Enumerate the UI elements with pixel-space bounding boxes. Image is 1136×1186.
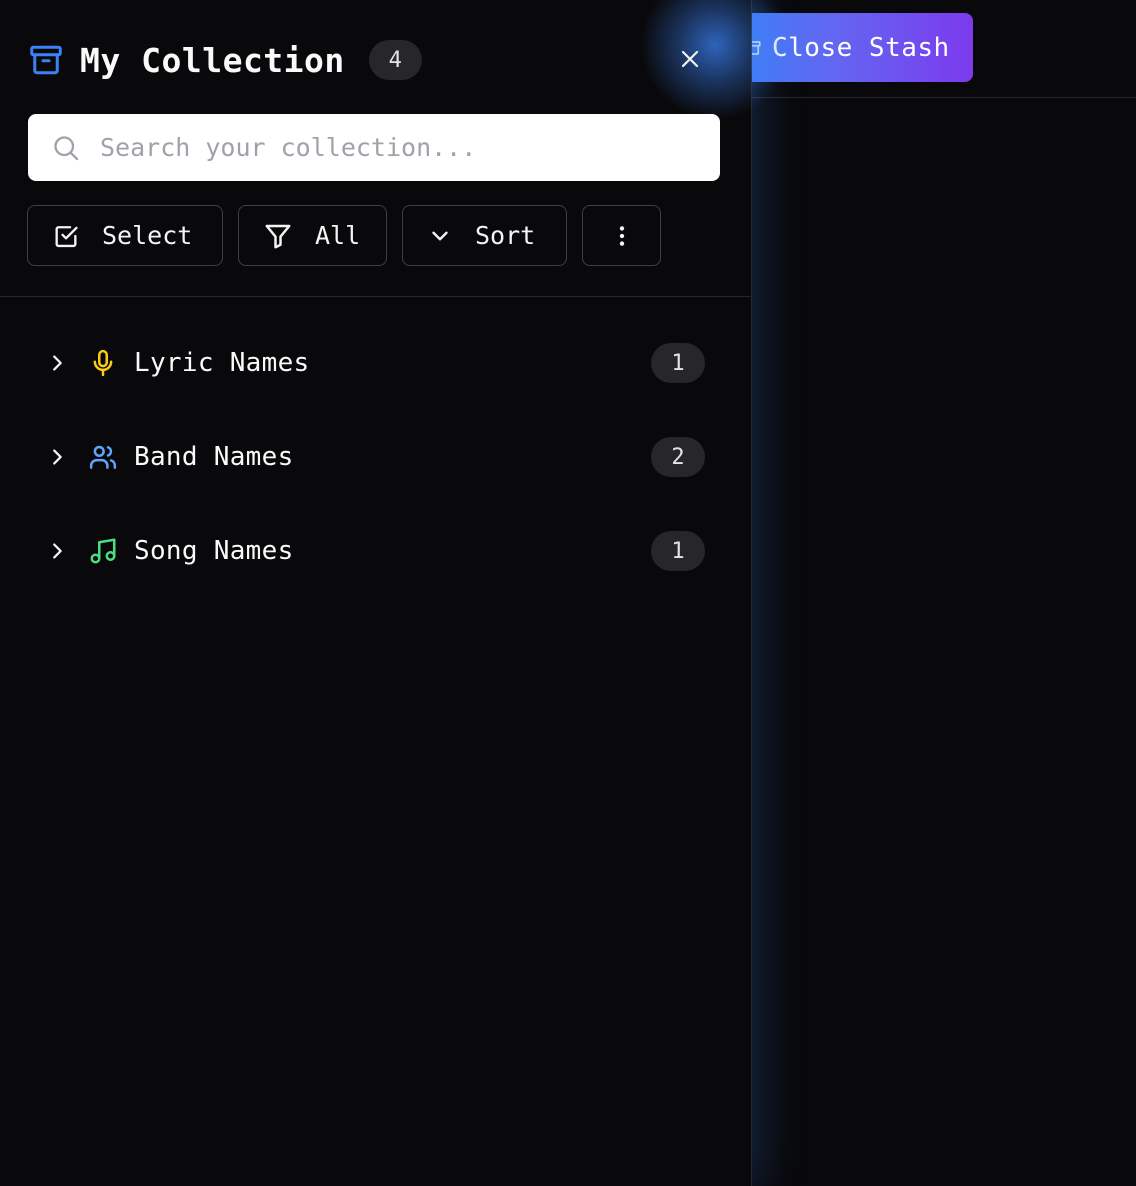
search-input[interactable] — [98, 132, 658, 163]
filter-icon — [265, 224, 291, 248]
group-row-lyric-names[interactable]: Lyric Names 1 — [0, 316, 752, 410]
close-drawer-button[interactable] — [674, 43, 706, 75]
search-box — [28, 114, 720, 181]
chevron-right-icon — [53, 543, 62, 559]
archive-icon — [30, 45, 62, 75]
users-icon — [89, 445, 117, 469]
sort-label: Sort — [475, 221, 536, 250]
chevron-right-icon — [53, 355, 62, 371]
group-count-badge: 1 — [651, 343, 705, 383]
filter-label: All — [315, 221, 361, 250]
divider — [0, 296, 752, 297]
toolbar: Select All Sort — [27, 205, 661, 266]
drawer-header: My Collection 4 — [28, 38, 422, 82]
group-label: Song Names — [134, 536, 294, 566]
select-label: Select — [102, 221, 193, 250]
more-options-button[interactable] — [582, 205, 661, 266]
group-count-badge: 2 — [651, 437, 705, 477]
sort-button[interactable]: Sort — [402, 205, 567, 266]
close-stash-button[interactable]: Close Stash — [724, 13, 973, 82]
chevron-down-icon — [432, 231, 448, 240]
group-row-song-names[interactable]: Song Names 1 — [0, 504, 752, 598]
chevron-right-icon — [53, 449, 62, 465]
group-count-badge: 1 — [651, 531, 705, 571]
close-icon — [681, 50, 699, 68]
more-vertical-icon — [619, 225, 624, 246]
item-count-badge: 4 — [368, 40, 422, 80]
collection-drawer: My Collection 4 Select All — [0, 0, 790, 1186]
music-note-icon — [90, 538, 116, 564]
checkbox-icon — [55, 225, 78, 247]
group-label: Lyric Names — [134, 348, 310, 378]
filter-button[interactable]: All — [238, 205, 387, 266]
search-icon — [54, 135, 79, 160]
select-button[interactable]: Select — [27, 205, 223, 266]
microphone-icon — [93, 349, 113, 377]
group-row-band-names[interactable]: Band Names 2 — [0, 410, 752, 504]
close-stash-label: Close Stash — [772, 32, 950, 63]
group-label: Band Names — [134, 442, 294, 472]
drawer-title: My Collection — [80, 40, 345, 80]
group-list: Lyric Names 1 Band Names 2 Song Names 1 — [0, 316, 752, 598]
